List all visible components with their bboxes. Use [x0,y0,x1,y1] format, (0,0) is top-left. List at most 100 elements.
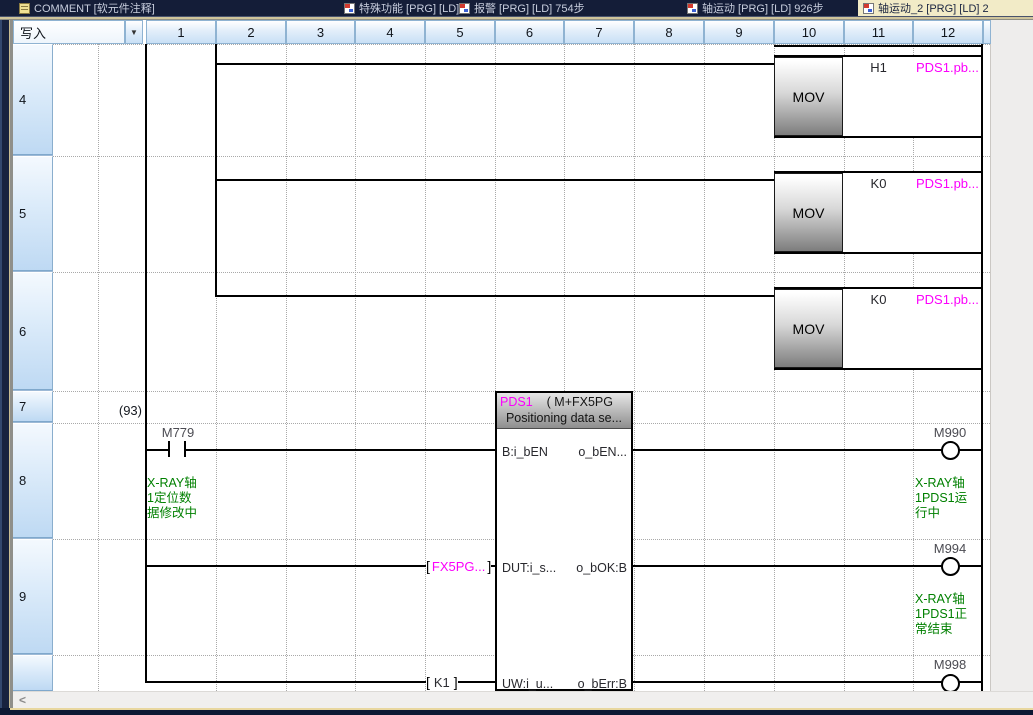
mov-box: MOV [774,173,843,252]
mov-destination-operand[interactable]: PDS1.pb... [916,176,979,191]
fb-pin-output-o-ben[interactable]: o_bEN... [561,445,627,459]
program-icon [863,3,874,14]
coil-symbol-m994[interactable] [941,557,960,576]
mov-destination-operand[interactable]: PDS1.pb... [916,60,979,75]
row-header-4[interactable]: 4 [13,44,53,155]
tab-alarm[interactable]: 报警 [PRG] [LD] 754步 [454,0,625,16]
mode-selector-value: 写入 [20,23,46,42]
plc-ladder-editor-window: COMMENT [软元件注释] 特殊功能 [PRG] [LD] 11... 报警… [0,0,1033,715]
column-header-7: 7 [564,20,634,44]
tab-label: 特殊功能 [PRG] [LD] 11... [359,0,459,16]
tab-special-function[interactable]: 特殊功能 [PRG] [LD] 11... [339,0,459,16]
gridline [634,44,635,691]
row-header-5[interactable]: 5 [13,156,53,271]
gridline [355,44,356,691]
coil-device-label: M998 [920,657,980,672]
rung-wire-row4 [216,63,774,65]
tab-label: COMMENT [软元件注释] [34,0,155,16]
fb-instance-name: PDS1 [500,395,533,409]
coil-device-label: M990 [920,425,980,440]
contact-comment: X-RAY轴 1定位数 据修改中 [147,476,211,521]
bracket-close: ] [454,674,458,690]
horizontal-scrollbar[interactable]: < [13,691,1033,708]
fb-pin-input-i-ben[interactable]: B:i_bEN [502,445,564,459]
left-power-rail [145,44,147,683]
tab-comment[interactable]: COMMENT [软元件注释] [14,0,243,16]
mov-instruction-row4[interactable]: MOV H1 PDS1.pb... [774,55,981,138]
row-header-10-partial[interactable] [13,655,53,691]
fb-pin-input-i-u[interactable]: UW:i_u... [502,677,564,691]
editor-outside-area [990,20,1033,691]
row-header-column: 4 5 6 7 8 9 [13,44,53,691]
gridline [286,44,287,691]
rung-wire-row10-right [633,681,982,683]
comment-icon [19,3,30,14]
gridline [425,44,426,691]
mov-source-operand[interactable]: H1 [844,60,913,75]
document-tab-bar: COMMENT [软元件注释] 特殊功能 [PRG] [LD] 11... 报警… [0,0,1033,16]
tab-label: 轴运动 [PRG] [LD] 926步 [702,0,824,16]
tab-label: 报警 [PRG] [LD] 754步 [474,0,585,16]
fb-subtitle: Positioning data se... [497,411,631,429]
column-header-10: 10 [774,20,844,44]
row-header-7[interactable]: 7 [13,391,53,422]
contact-gap [170,448,184,452]
function-block-pds1[interactable]: PDS1 ( M+FX5PG Positioning data se... B:… [495,391,633,691]
bracket-close: ] [487,558,491,574]
right-power-rail [981,44,983,691]
gridline [53,272,990,273]
function-block-header: PDS1 ( M+FX5PG Positioning data se... [497,393,631,429]
mode-selector-dropdown-button[interactable]: ▼ [125,20,143,44]
row-header-6[interactable]: 6 [13,272,53,390]
tab-label: 轴运动_2 [PRG] [LD] 2 [878,0,989,16]
rung-wire-row6 [216,295,774,297]
fb-argument-label: FX5PG... [430,559,487,574]
chevron-left-icon[interactable]: < [19,693,26,707]
fb-pin-output-o-bok[interactable]: o_bOK:B [561,561,627,575]
coil-symbol-m990[interactable] [941,441,960,460]
tab-axis-motion[interactable]: 轴运动 [PRG] [LD] 926步 [682,0,863,16]
fb-type-label: ( M+FX5PG [547,395,613,409]
column-header-9: 9 [704,20,774,44]
mov-source-operand[interactable]: K0 [844,292,913,307]
column-header-8: 8 [634,20,704,44]
rung-wire-row5 [216,179,774,181]
fb-argument-fx5pg[interactable]: [ FX5PG... ] [426,558,491,574]
step-number: (93) [85,403,142,418]
column-header-3: 3 [286,20,355,44]
column-header-1: 1 [146,20,216,44]
fb-argument-k1[interactable]: [ K1 ] [426,674,458,690]
column-header-5: 5 [425,20,495,44]
fb-pin-input-i-s[interactable]: DUT:i_s... [502,561,564,575]
column-header-11: 11 [844,20,913,44]
tab-axis-motion-2-active[interactable]: 轴运动_2 [PRG] [LD] 2 [858,0,1033,16]
row-header-8[interactable]: 8 [13,423,53,538]
gridline [704,44,705,691]
mov-instruction-row6[interactable]: MOV K0 PDS1.pb... [774,287,981,370]
fb-pin-output-o-berr[interactable]: o_bErr:B [561,677,627,691]
coil-comment: X-RAY轴 1PDS1正 常结束 [915,592,981,637]
cutoff-instruction-border [774,45,981,47]
rung-wire-row8-left [146,449,495,451]
mov-instruction-row5[interactable]: MOV K0 PDS1.pb... [774,171,981,254]
mov-box: MOV [774,57,843,136]
row-header-9[interactable]: 9 [13,539,53,654]
mov-destination-operand[interactable]: PDS1.pb... [916,292,979,307]
border-stripe [0,20,2,715]
chevron-down-icon: ▼ [130,28,138,37]
mov-source-operand[interactable]: K0 [844,176,913,191]
program-icon [459,3,470,14]
program-icon [687,3,698,14]
contact-symbol[interactable] [168,441,170,457]
coil-comment: X-RAY轴 1PDS1运 行中 [915,476,981,521]
window-left-border [0,20,13,715]
column-header-2: 2 [216,20,286,44]
gridline [98,44,99,691]
fb-argument-label: K1 [430,675,454,690]
mode-selector[interactable]: 写入 [13,20,125,44]
column-header-12: 12 [913,20,983,44]
contact-symbol[interactable] [184,441,186,457]
rung-wire-row9-right [633,565,982,567]
gridline [53,156,990,157]
column-header-4: 4 [355,20,425,44]
